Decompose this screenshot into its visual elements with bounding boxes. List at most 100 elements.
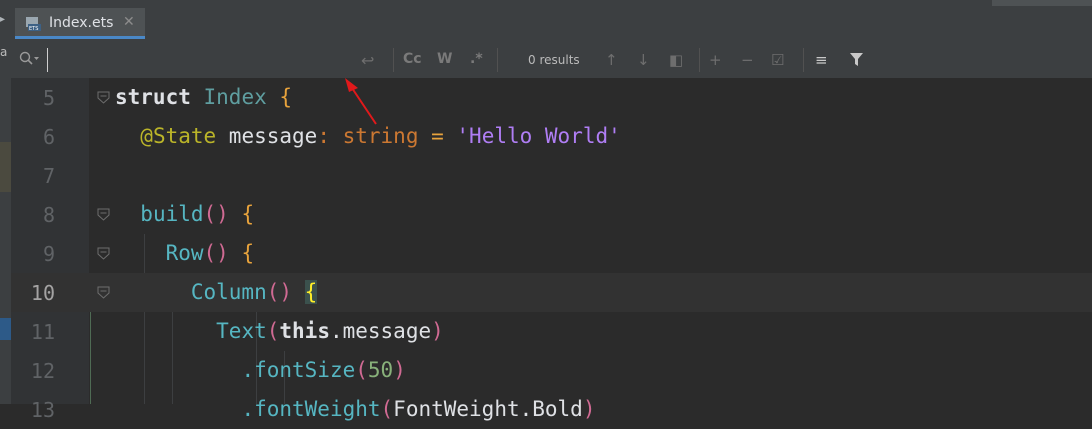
fold-icon[interactable] — [97, 286, 110, 299]
ets-file-icon: ETS — [26, 17, 41, 32]
results-count: 0 results — [528, 53, 580, 67]
add-selection-icon[interactable]: + — [709, 51, 722, 69]
code-token: FontWeight.Bold — [393, 397, 583, 421]
code-line[interactable]: 13 .fontWeight(FontWeight.Bold) — [11, 390, 1092, 429]
search-history-icon[interactable] — [19, 51, 41, 67]
code-text: build() { — [115, 202, 254, 226]
code-text: Text(this.message) — [115, 319, 444, 343]
line-number: 11 — [30, 320, 55, 344]
code-text: Column() { — [115, 280, 318, 304]
code-token: ( — [266, 319, 280, 343]
code-line[interactable]: 9 Row() { — [11, 234, 1092, 273]
code-token: Text — [216, 319, 267, 343]
code-token: () — [203, 202, 229, 226]
next-occurrence-icon[interactable]: ↓ — [637, 51, 650, 69]
remove-selection-icon[interactable]: − — [741, 51, 754, 69]
strip-selection — [0, 318, 11, 340]
chevron-icon[interactable]: ▸ — [0, 14, 5, 25]
line-number: 5 — [42, 86, 55, 110]
code-token: () — [203, 241, 229, 265]
find-bar: ↩ Cc W .* 0 results ↑ ↓ ◧ + − ☑ ≡ — [11, 42, 1092, 79]
code-line[interactable]: 6 @State message: string = 'Hello World' — [11, 117, 1092, 156]
divider — [699, 48, 700, 72]
code-line[interactable]: 8 build() { — [11, 195, 1092, 234]
search-box: ↩ Cc W .* — [11, 42, 497, 78]
toggle-selection-icon[interactable]: ☑ — [771, 51, 784, 69]
line-number: 6 — [42, 125, 55, 149]
code-text: struct Index { — [115, 85, 292, 109]
code-token: { — [304, 280, 318, 304]
search-input[interactable] — [47, 48, 352, 72]
code-token: .fontWeight — [241, 397, 381, 421]
code-token: ) — [582, 397, 596, 421]
code-token: ) — [431, 319, 444, 343]
code-token: struct — [115, 85, 191, 109]
code-editor[interactable]: 5 struct Index {6 @State message: string … — [11, 78, 1092, 422]
strip-highlight — [0, 142, 11, 192]
code-line[interactable]: 10 Column() { — [11, 273, 1092, 312]
whole-words-toggle[interactable]: W — [437, 51, 452, 67]
tab-bar-right-area — [992, 0, 1092, 6]
line-number: 12 — [30, 359, 55, 383]
code-token: : — [317, 124, 343, 148]
code-token: ( — [355, 358, 368, 382]
match-case-toggle[interactable]: Cc — [403, 51, 422, 67]
code-text: .fontWeight(FontWeight.Bold) — [115, 397, 595, 421]
code-token: { — [241, 202, 255, 226]
svg-text:ETS: ETS — [29, 26, 38, 32]
code-token: { — [241, 241, 255, 265]
line-number: 9 — [42, 242, 55, 266]
code-token: 50 — [367, 358, 394, 382]
line-number: 10 — [30, 281, 55, 305]
prev-occurrence-icon[interactable]: ↑ — [605, 51, 618, 69]
tab-index-ets[interactable]: ETS Index.ets ✕ — [15, 8, 145, 39]
code-line[interactable]: 11 Text(this.message) — [11, 312, 1092, 351]
new-line-icon[interactable]: ↩ — [361, 51, 374, 70]
close-icon[interactable]: ✕ — [123, 14, 135, 30]
code-text: @State message: string = 'Hello World' — [115, 124, 621, 148]
select-all-occurrences-icon[interactable]: ◧ — [669, 51, 683, 69]
code-token: { — [279, 85, 293, 109]
code-token: .message — [329, 319, 432, 343]
code-text: Row() { — [115, 241, 255, 265]
code-token: = — [418, 124, 457, 148]
divider — [497, 48, 498, 72]
code-line[interactable]: 5 struct Index { — [11, 78, 1092, 117]
line-number: 13 — [30, 398, 55, 422]
fold-icon[interactable] — [97, 247, 110, 260]
divider — [393, 48, 394, 72]
fold-icon[interactable] — [97, 208, 110, 221]
strip-label: a — [0, 45, 8, 59]
code-token: this — [279, 319, 330, 343]
code-token: ( — [380, 397, 394, 421]
code-line[interactable]: 12 .fontSize(50) — [11, 351, 1092, 390]
code-token: string — [342, 124, 419, 148]
filter-search-results-icon[interactable]: ≡ — [815, 51, 828, 69]
code-token: 'Hello World' — [456, 124, 621, 148]
code-token: message — [216, 124, 318, 148]
filter-icon[interactable] — [849, 52, 864, 67]
code-text: .fontSize(50) — [115, 358, 406, 382]
code-token: .fontSize — [241, 358, 356, 382]
code-token: Row — [165, 241, 204, 265]
code-line[interactable]: 7 — [11, 156, 1092, 195]
code-token: () — [266, 280, 293, 304]
code-token: ) — [393, 358, 406, 382]
fold-icon[interactable] — [97, 91, 110, 104]
code-token: Index — [203, 85, 267, 109]
code-token: Column — [190, 280, 267, 304]
regex-toggle[interactable]: .* — [470, 51, 483, 67]
code-token: @State — [140, 124, 217, 148]
divider — [803, 48, 804, 72]
